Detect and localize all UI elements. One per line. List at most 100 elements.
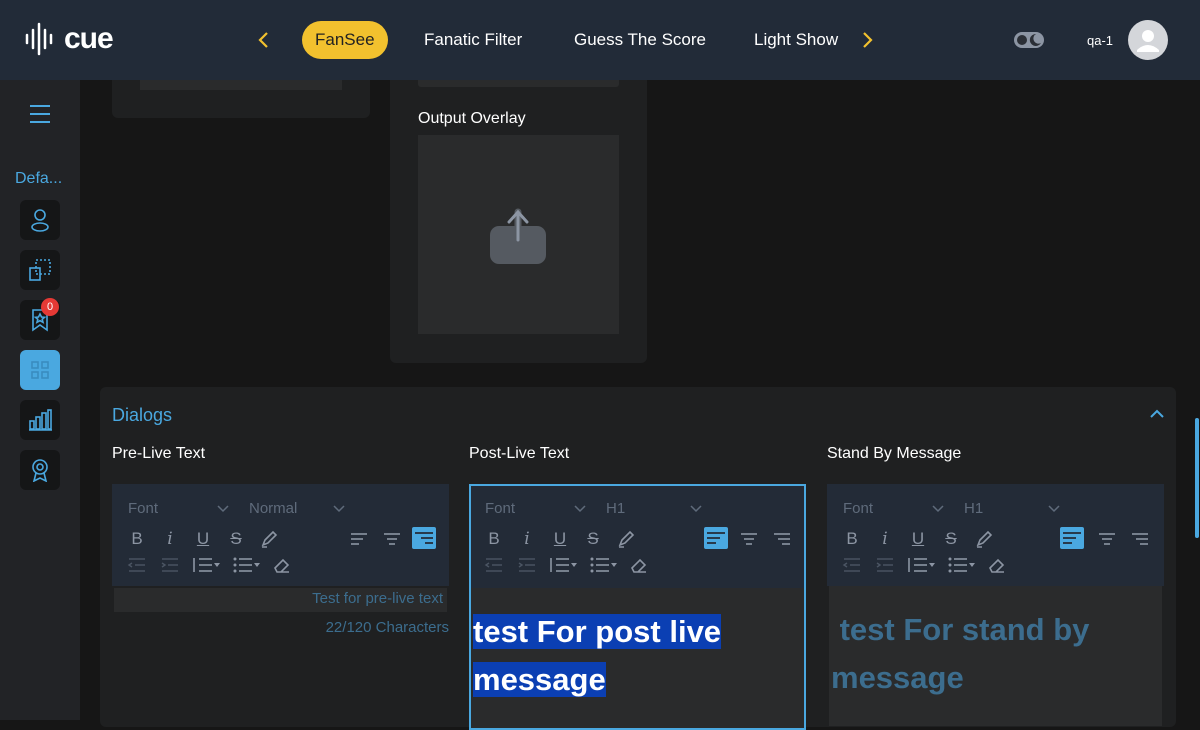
- output-overlay-upload[interactable]: [418, 135, 619, 334]
- align-right-icon[interactable]: [412, 527, 436, 549]
- pre-live-text-content[interactable]: Test for pre-live text: [114, 588, 447, 612]
- chevron-up-icon[interactable]: [1148, 405, 1166, 423]
- tab-fanatic-filter[interactable]: Fanatic Filter: [424, 21, 522, 59]
- bullet-list-icon[interactable]: [232, 555, 262, 575]
- align-right-icon[interactable]: [772, 529, 792, 549]
- underline-icon[interactable]: U: [550, 529, 570, 549]
- ordered-list-icon[interactable]: [549, 555, 579, 575]
- bold-icon[interactable]: B: [842, 529, 862, 549]
- award-icon: [32, 459, 48, 482]
- stand-by-message-content[interactable]: test For stand by message: [829, 586, 1162, 726]
- highlighter-icon[interactable]: [259, 529, 279, 549]
- outdent-icon[interactable]: [842, 555, 862, 575]
- top-bar: cue FanSee Fanatic Filter Guess The Scor…: [0, 0, 1200, 80]
- character-count: 22/120 Characters: [325, 619, 449, 636]
- scrollbar-thumb[interactable]: [1195, 418, 1199, 538]
- chevron-down-icon[interactable]: [573, 504, 587, 514]
- font-select[interactable]: Font: [485, 500, 515, 517]
- editor-toolbar: Font H1 B i U S: [471, 486, 804, 588]
- indent-icon[interactable]: [160, 555, 180, 575]
- notification-badge: 0: [41, 298, 59, 316]
- sidebar-item-analytics[interactable]: [20, 400, 60, 440]
- size-select[interactable]: H1: [606, 500, 625, 517]
- stand-by-text-line-1: test For stand by: [831, 612, 1090, 647]
- chevron-left-icon[interactable]: [252, 28, 276, 52]
- size-select[interactable]: Normal: [249, 500, 297, 517]
- chevron-down-icon[interactable]: [216, 504, 230, 514]
- media-panel-box: [140, 80, 342, 90]
- dialogs-title: Dialogs: [112, 405, 173, 425]
- post-live-text-label: Post-Live Text: [469, 445, 570, 462]
- user-name: qa-1: [1087, 33, 1114, 48]
- upload-icon: [490, 208, 546, 264]
- outdent-icon[interactable]: [484, 555, 504, 575]
- selected-text-line-1: test For post live: [473, 614, 722, 649]
- editor-toolbar: Font H1 B i U S: [827, 484, 1164, 586]
- chevron-down-icon[interactable]: [332, 504, 346, 514]
- bold-icon[interactable]: B: [127, 529, 147, 549]
- align-left-icon[interactable]: [704, 527, 728, 549]
- overlay-panel: Output Overlay: [390, 80, 647, 363]
- sidebar-item-games[interactable]: [20, 350, 60, 390]
- align-left-icon[interactable]: [349, 529, 369, 549]
- highlighter-icon[interactable]: [974, 529, 994, 549]
- sidebar-item-awards[interactable]: [20, 450, 60, 490]
- highlighter-icon[interactable]: [616, 529, 636, 549]
- bold-icon[interactable]: B: [484, 529, 504, 549]
- sidebar: Defa... 0: [0, 80, 80, 720]
- chevron-right-icon[interactable]: [855, 28, 879, 52]
- strikethrough-icon[interactable]: S: [583, 529, 603, 549]
- eraser-icon[interactable]: [629, 555, 649, 575]
- outdent-icon[interactable]: [127, 555, 147, 575]
- tab-guess-the-score[interactable]: Guess The Score: [574, 21, 706, 59]
- italic-icon[interactable]: i: [517, 529, 537, 549]
- theme-toggle-icon[interactable]: [1013, 30, 1045, 50]
- tab-fansee[interactable]: FanSee: [302, 21, 388, 59]
- bar-chart-icon: [29, 409, 52, 431]
- avatar[interactable]: [1128, 20, 1168, 60]
- chevron-down-icon[interactable]: [931, 504, 945, 514]
- underline-icon[interactable]: U: [908, 529, 928, 549]
- stand-by-text-line-2: message: [831, 660, 964, 695]
- align-right-icon[interactable]: [1130, 529, 1150, 549]
- overlay-panel-box: [418, 80, 619, 87]
- strikethrough-icon[interactable]: S: [941, 529, 961, 549]
- italic-icon[interactable]: i: [875, 529, 895, 549]
- ordered-list-icon[interactable]: [907, 555, 937, 575]
- selected-text-line-2: message: [473, 662, 606, 697]
- app-logo[interactable]: cue: [24, 22, 114, 56]
- chevron-down-icon[interactable]: [1047, 504, 1061, 514]
- eraser-icon[interactable]: [987, 555, 1007, 575]
- align-center-icon[interactable]: [382, 529, 402, 549]
- editor-toolbar: Font Normal B i U S: [112, 484, 449, 586]
- pre-live-text-editor: Font Normal B i U S Test for pre-live te…: [112, 484, 449, 636]
- chevron-down-icon[interactable]: [689, 504, 703, 514]
- hamburger-menu-icon[interactable]: [28, 104, 52, 124]
- align-center-icon[interactable]: [739, 529, 759, 549]
- eraser-icon[interactable]: [272, 555, 292, 575]
- stand-by-message-editor: Font H1 B i U S test For stand by messag…: [827, 484, 1164, 726]
- dialogs-section: Dialogs Pre-Live Text Font Normal B i U …: [100, 387, 1176, 730]
- pre-live-text-label: Pre-Live Text: [112, 445, 206, 462]
- output-overlay-label: Output Overlay: [418, 110, 526, 127]
- indent-icon[interactable]: [517, 555, 537, 575]
- bullet-list-icon[interactable]: [589, 555, 619, 575]
- align-left-icon[interactable]: [1060, 527, 1084, 549]
- sidebar-item-layout[interactable]: [20, 250, 60, 290]
- font-select[interactable]: Font: [843, 500, 873, 517]
- size-select[interactable]: H1: [964, 500, 983, 517]
- strikethrough-icon[interactable]: S: [226, 529, 246, 549]
- indent-icon[interactable]: [875, 555, 895, 575]
- post-live-text-content[interactable]: test For post live message: [471, 588, 804, 728]
- sidebar-item-profile[interactable]: [20, 200, 60, 240]
- bullet-list-icon[interactable]: [947, 555, 977, 575]
- font-select[interactable]: Font: [128, 500, 158, 517]
- ordered-list-icon[interactable]: [192, 555, 222, 575]
- sidebar-section-label: Defa...: [15, 170, 63, 187]
- align-center-icon[interactable]: [1097, 529, 1117, 549]
- underline-icon[interactable]: U: [193, 529, 213, 549]
- italic-icon[interactable]: i: [160, 529, 180, 549]
- person-icon: [31, 209, 49, 232]
- tab-light-show[interactable]: Light Show: [754, 21, 838, 59]
- sidebar-item-badges[interactable]: 0: [20, 298, 60, 340]
